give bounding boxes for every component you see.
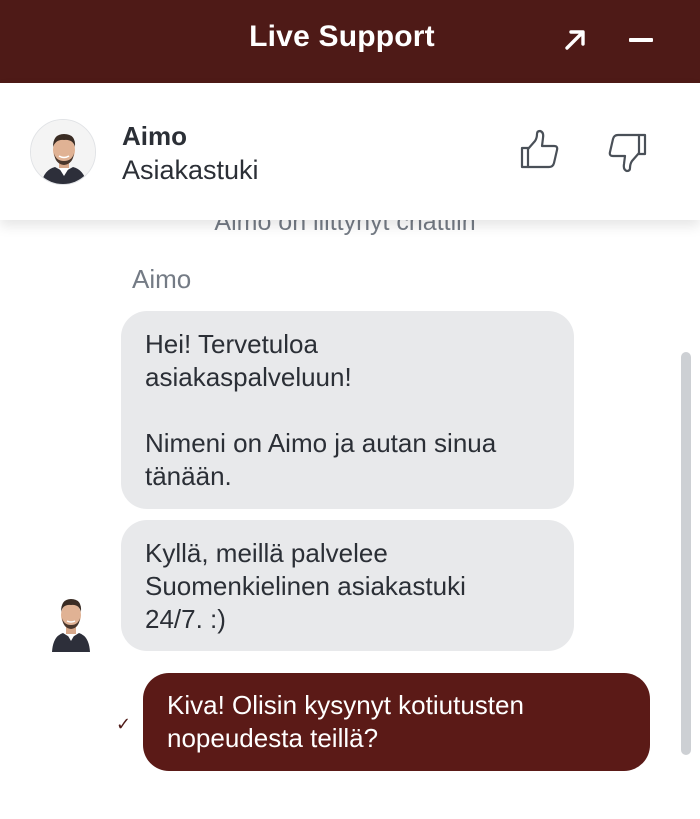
sender-label: Aimo (132, 264, 192, 294)
expand-button[interactable] (557, 22, 593, 58)
agent-name: Aimo (122, 121, 187, 151)
message-line: Kiva! Olisin kysynyt kotiutusten (167, 690, 524, 720)
rate-positive-button[interactable] (518, 129, 562, 173)
thumbs-down-icon (608, 133, 647, 173)
expand-arrow-icon (565, 30, 585, 50)
rate-negative-button[interactable] (605, 129, 649, 173)
incoming-message-bubble: Hei! Tervetuloa asiakaspalveluun! Nimeni… (121, 311, 574, 509)
minimize-icon (629, 38, 653, 42)
message-line: asiakaspalveluun! (145, 362, 352, 392)
message-line (145, 394, 550, 427)
agent-portrait-icon (52, 599, 90, 652)
agent-header: Aimo Asiakastuki (0, 83, 700, 220)
incoming-message-bubble: Kyllä, meillä palvelee Suomenkielinen as… (121, 520, 574, 651)
agent-avatar (30, 119, 96, 185)
thumbs-up-icon (520, 129, 559, 169)
message-line: Nimeni on Aimo ja autan sinua (145, 428, 497, 458)
check-icon: ✓ (116, 714, 132, 734)
message-line: Kyllä, meillä palvelee (145, 538, 388, 568)
message-line: Suomenkielinen asiakastuki (145, 571, 466, 601)
agent-portrait-icon (31, 120, 95, 184)
minimize-button[interactable] (623, 22, 659, 58)
chat-title-bar: Live Support (0, 0, 700, 83)
agent-role: Asiakastuki (122, 155, 259, 185)
message-list-scrollbar[interactable] (681, 352, 691, 755)
message-line: 24/7. :) (145, 604, 226, 634)
message-line: nopeudesta teillä? (167, 723, 379, 753)
message-line: Hei! Tervetuloa (145, 329, 318, 359)
outgoing-message-bubble: Kiva! Olisin kysynyt kotiutusten nopeude… (143, 673, 650, 771)
message-line: tänään. (145, 461, 232, 491)
agent-message-avatar (50, 590, 92, 652)
message-list[interactable]: Aimo on liittynyt chattiin Aimo Hei! Ter… (0, 220, 700, 819)
system-note: Aimo on liittynyt chattiin (214, 220, 476, 236)
